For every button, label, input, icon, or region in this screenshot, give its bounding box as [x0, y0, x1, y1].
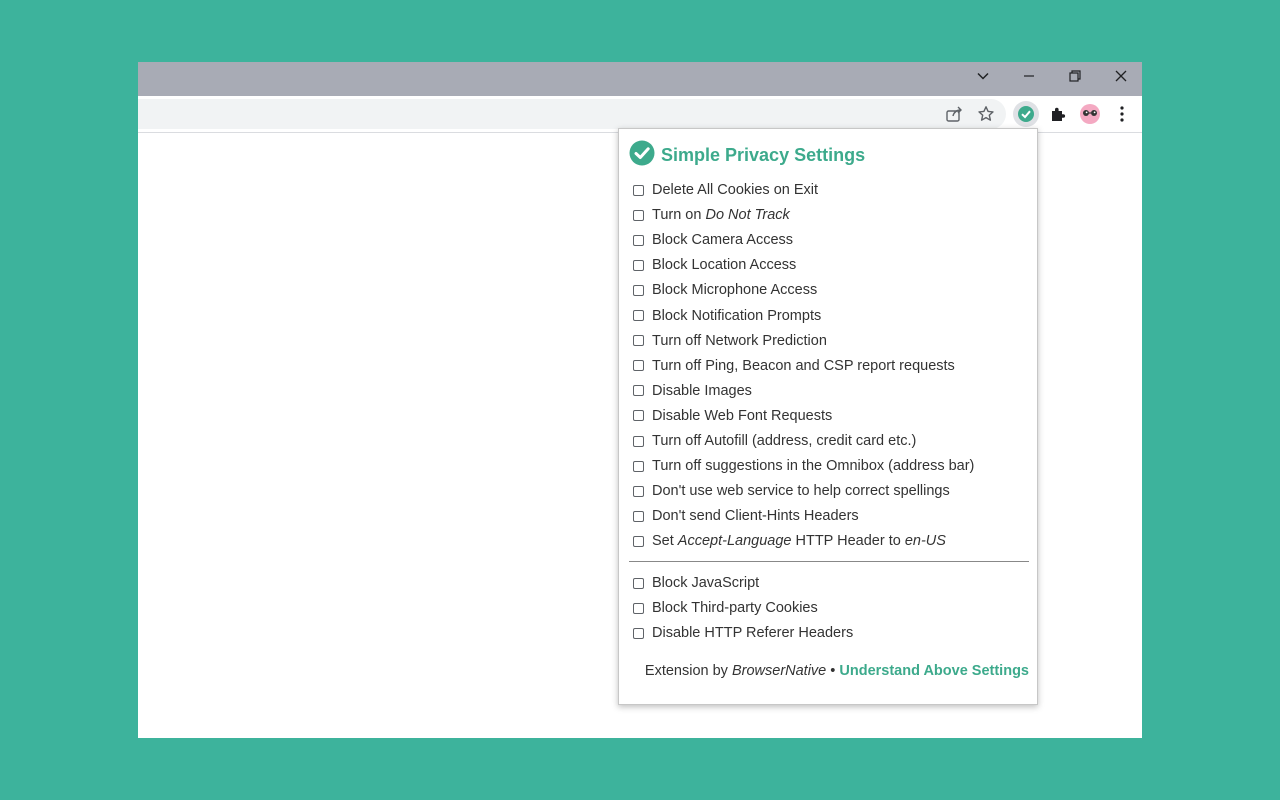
option-label: Block Microphone Access	[652, 282, 817, 298]
option-row[interactable]: Turn off Network Prediction	[633, 330, 1023, 352]
option-label: Turn off Network Prediction	[652, 333, 827, 349]
title-bar	[138, 62, 1142, 96]
option-row[interactable]: Turn off Ping, Beacon and CSP report req…	[633, 355, 1023, 377]
share-icon[interactable]	[941, 101, 967, 127]
option-label: Block JavaScript	[652, 575, 759, 591]
option-row[interactable]: Turn off suggestions in the Omnibox (add…	[633, 455, 1023, 477]
option-checkbox[interactable]	[633, 627, 644, 639]
option-row[interactable]: Disable HTTP Referer Headers	[633, 622, 1023, 644]
option-checkbox[interactable]	[633, 577, 644, 589]
footer-prefix: Extension by	[644, 663, 732, 679]
option-checkbox[interactable]	[633, 385, 644, 397]
option-row[interactable]: Block Camera Access	[633, 229, 1023, 251]
option-checkbox[interactable]	[633, 259, 644, 271]
restore-icon[interactable]	[1052, 62, 1098, 90]
option-label-part: Disable Web Font Requests	[652, 407, 833, 424]
bookmark-star-icon[interactable]	[973, 101, 999, 127]
option-label: Don't use web service to help correct sp…	[652, 483, 950, 499]
option-row[interactable]: Delete All Cookies on Exit	[633, 179, 1023, 201]
option-checkbox[interactable]	[633, 535, 644, 547]
close-icon[interactable]	[1098, 62, 1142, 90]
option-row[interactable]: Set Accept-Language HTTP Header to en-US	[633, 530, 1023, 552]
option-checkbox[interactable]	[633, 410, 644, 422]
option-checkbox[interactable]	[633, 435, 644, 447]
option-label-part: Block Notification Prompts	[652, 307, 822, 324]
option-row[interactable]: Block Notification Prompts	[633, 305, 1023, 327]
option-label-part: Accept-Language	[677, 533, 792, 550]
option-row[interactable]: Block Microphone Access	[633, 279, 1023, 301]
option-row[interactable]: Turn on Do Not Track	[633, 204, 1023, 226]
option-label-part: Disable Images	[652, 382, 752, 399]
option-label-part: Turn on	[652, 207, 706, 224]
option-label: Turn off Ping, Beacon and CSP report req…	[652, 358, 955, 374]
extension-popup: Simple Privacy Settings Delete All Cooki…	[618, 128, 1038, 705]
option-label-part: Block Microphone Access	[652, 282, 818, 299]
option-label-part: Block JavaScript	[652, 575, 760, 591]
option-label-part: Turn off Autofill (address, credit card …	[652, 433, 917, 449]
option-row[interactable]: Block JavaScript	[633, 572, 1023, 594]
option-label-part: Do Not Track	[705, 207, 790, 224]
option-checkbox[interactable]	[633, 234, 644, 246]
minimize-icon[interactable]	[1006, 62, 1052, 90]
option-label: Disable Web Font Requests	[652, 408, 832, 424]
option-label: Delete All Cookies on Exit	[652, 182, 818, 198]
option-checkbox[interactable]	[633, 460, 644, 472]
option-label-part: Set	[652, 533, 678, 550]
option-row[interactable]: Don't send Client-Hints Headers	[633, 505, 1023, 527]
option-label-part: Don't use web service to help correct sp…	[652, 483, 950, 500]
option-label: Turn off suggestions in the Omnibox (add…	[652, 458, 974, 474]
option-label: Turn on Do Not Track	[652, 207, 790, 223]
option-label-part: Turn off Ping, Beacon and CSP report req…	[652, 357, 955, 374]
understand-settings-link[interactable]: Understand Above Settings	[839, 663, 1029, 679]
option-label-part: Turn off suggestions in the Omnibox (add…	[652, 458, 975, 475]
option-label: Block Notification Prompts	[652, 308, 821, 324]
option-label: Don't send Client-Hints Headers	[652, 508, 859, 524]
footer-author: BrowserNative	[731, 663, 827, 679]
option-row[interactable]: Block Location Access	[633, 254, 1023, 276]
footer-separator: •	[826, 663, 840, 679]
popup-footer: Extension by BrowserNative • Understand …	[619, 663, 1029, 679]
popup-title: Simple Privacy Settings	[661, 144, 866, 165]
option-checkbox[interactable]	[633, 485, 644, 497]
option-row[interactable]: Disable Web Font Requests	[633, 405, 1023, 427]
option-label-part: en-US	[904, 533, 946, 550]
option-checkbox[interactable]	[633, 209, 644, 221]
option-checkbox[interactable]	[633, 335, 644, 347]
option-label-part: Block Camera Access	[652, 232, 794, 249]
option-label-part: Don't send Client-Hints Headers	[652, 508, 859, 525]
chevron-down-icon[interactable]	[960, 62, 1006, 90]
option-label-part: Block Third-party Cookies	[652, 600, 818, 616]
option-row[interactable]: Turn off Autofill (address, credit card …	[633, 430, 1023, 452]
option-checkbox[interactable]	[633, 310, 644, 321]
option-checkbox[interactable]	[633, 602, 644, 614]
profile-avatar-icon[interactable]	[1077, 101, 1103, 127]
option-label-part: Delete All Cookies on Exit	[652, 182, 819, 198]
option-label: Block Location Access	[652, 257, 796, 273]
option-row[interactable]: Block Third-party Cookies	[633, 597, 1023, 619]
address-bar[interactable]	[138, 99, 1006, 129]
option-checkbox[interactable]	[633, 510, 644, 522]
option-label-part: Disable HTTP Referer Headers	[652, 625, 854, 641]
menu-kebab-icon[interactable]	[1109, 101, 1135, 127]
option-row[interactable]: Disable Images	[633, 380, 1023, 402]
option-row[interactable]: Don't use web service to help correct sp…	[633, 480, 1023, 502]
popup-header: Simple Privacy Settings	[629, 140, 866, 171]
option-label: Disable HTTP Referer Headers	[652, 625, 853, 641]
option-label-part: Turn off Network Prediction	[652, 332, 827, 349]
option-label: Disable Images	[652, 383, 752, 399]
privacy-extension-icon[interactable]	[1013, 101, 1039, 127]
option-checkbox[interactable]	[633, 284, 644, 296]
section-divider	[629, 561, 1029, 562]
extensions-puzzle-icon[interactable]	[1045, 101, 1071, 127]
option-label-part: HTTP Header to	[791, 533, 905, 550]
option-label: Block Third-party Cookies	[652, 600, 818, 616]
option-label: Set Accept-Language HTTP Header to en-US	[652, 533, 946, 549]
check-circle-icon	[629, 140, 655, 171]
option-checkbox[interactable]	[633, 360, 644, 372]
option-label: Block Camera Access	[652, 232, 793, 248]
option-label: Turn off Autofill (address, credit card …	[652, 433, 916, 449]
option-checkbox[interactable]	[633, 184, 644, 196]
option-label-part: Block Location Access	[652, 257, 797, 274]
